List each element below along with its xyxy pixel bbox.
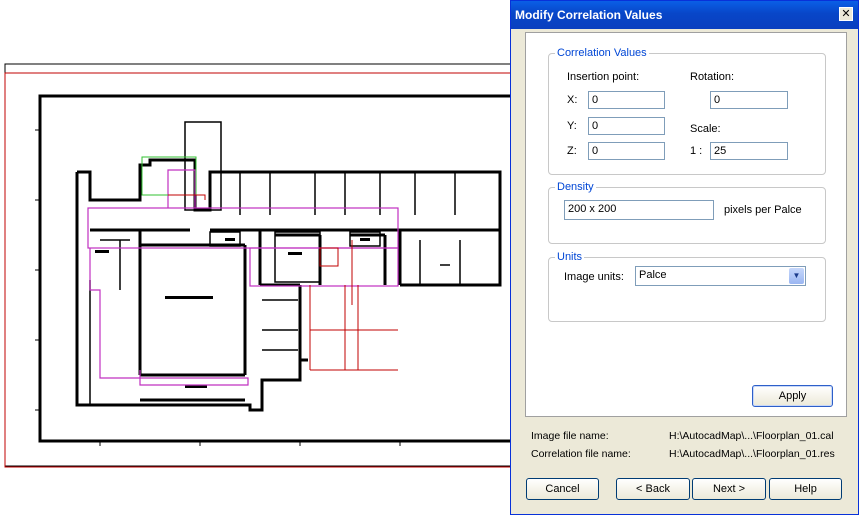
z-label: Z: [567, 145, 577, 157]
correlation-file-value: H:\AutocadMap\...\Floorplan_01.res [669, 448, 835, 460]
density-legend: Density [555, 181, 596, 193]
correlation-values-group: Correlation Values Insertion point: X: 0… [548, 47, 826, 175]
x-label: X: [567, 94, 578, 106]
image-file-label: Image file name: [531, 430, 609, 442]
dialog-title: Modify Correlation Values [515, 8, 663, 22]
insertion-point-label: Insertion point: [567, 71, 640, 83]
correlation-values-legend: Correlation Values [555, 47, 649, 59]
image-units-label: Image units: [564, 271, 624, 283]
scale-prefix: 1 : [690, 145, 703, 157]
units-legend: Units [555, 251, 585, 263]
image-units-value: Palce [639, 269, 667, 281]
next-button[interactable]: Next > [692, 478, 766, 500]
correlation-file-label: Correlation file name: [531, 448, 631, 460]
back-button[interactable]: < Back [616, 478, 690, 500]
sheet-border [38, 94, 512, 443]
drawing-canvas[interactable] [0, 0, 526, 515]
z-field[interactable]: 0 [588, 142, 665, 160]
x-field[interactable]: 0 [588, 91, 665, 109]
image-file-value: H:\AutocadMap\...\Floorplan_01.cal [669, 430, 834, 442]
density-group: Density 200 x 200 pixels per Palce [548, 181, 826, 244]
apply-button[interactable]: Apply [752, 385, 833, 407]
density-unit-label: pixels per Palce [724, 204, 802, 216]
help-button[interactable]: Help [769, 478, 842, 500]
chevron-down-icon[interactable]: ▼ [789, 268, 804, 284]
scale-label: Scale: [690, 123, 721, 135]
rotation-label: Rotation: [690, 71, 735, 83]
dialog-panel: Correlation Values Insertion point: X: 0… [525, 32, 847, 417]
rotation-field[interactable]: 0 [710, 91, 788, 109]
room-label-marks [95, 238, 370, 388]
density-field[interactable]: 200 x 200 [564, 200, 714, 220]
dialog-titlebar[interactable]: Modify Correlation Values ✕ [511, 1, 858, 29]
image-units-select[interactable]: Palce ▼ [635, 266, 806, 286]
units-group: Units Image units: Palce ▼ [548, 251, 826, 322]
cancel-button[interactable]: Cancel [526, 478, 599, 500]
y-field[interactable]: 0 [588, 117, 665, 135]
scale-field[interactable]: 25 [710, 142, 788, 160]
floorplan-drawing [4, 63, 526, 468]
close-icon[interactable]: ✕ [839, 7, 853, 21]
modify-correlation-dialog: Modify Correlation Values ✕ Correlation … [510, 0, 859, 515]
y-label: Y: [567, 120, 577, 132]
